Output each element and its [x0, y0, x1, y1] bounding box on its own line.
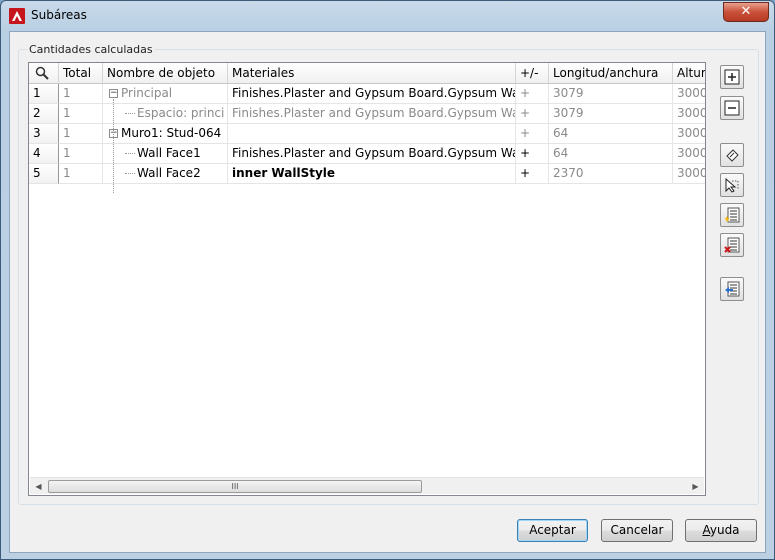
height-cell[interactable]: 3000	[673, 164, 705, 184]
object-name-cell[interactable]: − Principal	[103, 84, 228, 104]
dialog-window: Subáreas ✕ Cantidades calculadas Total N…	[0, 0, 775, 560]
header-total[interactable]: Total	[59, 63, 103, 84]
title-bar[interactable]: Subáreas ✕	[1, 1, 774, 31]
table-row[interactable]: 4 1 Wall Face1 Finishes.Plaster and Gyps…	[29, 144, 705, 164]
object-name-text: Espacio: princi ...	[137, 106, 227, 120]
object-name-text: Wall Face1	[137, 146, 201, 160]
import-button[interactable]	[720, 277, 744, 301]
window-title: Subáreas	[31, 8, 87, 22]
table-row[interactable]: 3 1 − Muro1: Stud-064 + 64 3000	[29, 124, 705, 144]
object-name-cell[interactable]: Wall Face2	[103, 164, 228, 184]
sign-cell[interactable]: +	[516, 84, 549, 104]
length-cell[interactable]: 3079	[549, 84, 673, 104]
scroll-thumb[interactable]: III	[48, 480, 422, 493]
delete-row-button[interactable]	[720, 233, 744, 257]
header-height[interactable]: Altura	[673, 63, 705, 84]
height-cell[interactable]: 3000	[673, 104, 705, 124]
select-object-button[interactable]	[720, 143, 744, 167]
table-row[interactable]: 1 1 − Principal Finishes.Plaster and Gyps…	[29, 84, 705, 104]
length-cell[interactable]: 64	[549, 124, 673, 144]
table-row[interactable]: 5 1 Wall Face2 inner WallStyle + 2370 30…	[29, 164, 705, 184]
quantities-grid: Total Nombre de objeto Materiales +/- Lo…	[28, 62, 706, 496]
total-cell[interactable]: 1	[59, 124, 103, 144]
add-row-icon	[724, 207, 740, 223]
tree-connector	[125, 113, 135, 114]
import-list-icon	[725, 281, 740, 297]
header-length[interactable]: Longitud/anchura	[549, 63, 673, 84]
dialog-body: Cantidades calculadas Total Nombre de ob…	[9, 31, 766, 553]
horizontal-scrollbar[interactable]: ◀ III ▶	[30, 477, 704, 494]
object-name-text: Muro1: Stud-064	[121, 126, 222, 140]
cancel-button[interactable]: Cancelar	[601, 519, 673, 542]
row-number[interactable]: 3	[29, 124, 59, 144]
total-cell[interactable]: 1	[59, 164, 103, 184]
help-label-rest: yuda	[709, 523, 740, 537]
sign-cell[interactable]: +	[516, 124, 549, 144]
scroll-right-icon[interactable]: ▶	[687, 478, 704, 495]
row-number[interactable]: 5	[29, 164, 59, 184]
object-name-cell[interactable]: Espacio: princi ...	[103, 104, 228, 124]
help-button[interactable]: Ayuda	[685, 519, 757, 542]
expand-all-icon	[724, 69, 740, 85]
collapse-all-button[interactable]	[720, 96, 744, 120]
length-cell[interactable]: 2370	[549, 164, 673, 184]
materials-cell[interactable]: Finishes.Plaster and Gypsum Board.Gypsum…	[228, 84, 516, 104]
object-name-cell[interactable]: Wall Face1	[103, 144, 228, 164]
search-header[interactable]	[29, 63, 59, 84]
cursor-select-icon	[725, 177, 739, 193]
magnifier-icon	[35, 66, 49, 80]
sign-cell[interactable]: +	[516, 104, 549, 124]
materials-cell[interactable]: inner WallStyle	[228, 164, 516, 184]
scroll-left-icon[interactable]: ◀	[30, 478, 47, 495]
collapse-toggle-icon[interactable]: −	[109, 89, 118, 98]
header-materials[interactable]: Materiales	[228, 63, 516, 84]
total-cell[interactable]: 1	[59, 144, 103, 164]
height-cell[interactable]: 3000	[673, 124, 705, 144]
header-sign[interactable]: +/-	[516, 63, 549, 84]
materials-cell[interactable]: Finishes.Plaster and Gypsum Board.Gypsum…	[228, 104, 516, 124]
object-name-text: Wall Face2	[137, 166, 201, 180]
length-cell[interactable]: 3079	[549, 104, 673, 124]
height-cell[interactable]: 3000	[673, 84, 705, 104]
select-object-icon	[726, 149, 739, 162]
materials-cell[interactable]: Finishes.Plaster and Gypsum Board.Gypsum…	[228, 144, 516, 164]
tree-connector	[125, 153, 135, 154]
sign-cell[interactable]: +	[516, 164, 549, 184]
total-cell[interactable]: 1	[59, 104, 103, 124]
row-number[interactable]: 1	[29, 84, 59, 104]
row-number[interactable]: 2	[29, 104, 59, 124]
tree-connector	[125, 173, 135, 174]
height-cell[interactable]: 3000	[673, 144, 705, 164]
header-object-name[interactable]: Nombre de objeto	[103, 63, 228, 84]
autocad-logo-icon	[9, 8, 25, 24]
object-name-cell[interactable]: − Muro1: Stud-064	[103, 124, 228, 144]
expand-all-button[interactable]	[720, 65, 744, 89]
length-cell[interactable]: 64	[549, 144, 673, 164]
close-button[interactable]: ✕	[723, 2, 769, 22]
row-number[interactable]: 4	[29, 144, 59, 164]
add-object-button[interactable]	[720, 173, 744, 197]
accept-button[interactable]: Aceptar	[517, 519, 588, 542]
object-name-text: Principal	[121, 86, 173, 100]
collapse-all-icon	[724, 100, 740, 116]
delete-row-icon	[724, 237, 740, 253]
sign-cell[interactable]: +	[516, 144, 549, 164]
total-cell[interactable]: 1	[59, 84, 103, 104]
tree-line	[113, 99, 114, 193]
table-row[interactable]: 2 1 Espacio: princi ... Finishes.Plaster…	[29, 104, 705, 124]
add-row-button[interactable]	[720, 203, 744, 227]
group-title: Cantidades calculadas	[27, 43, 155, 56]
help-access-key: A	[702, 523, 710, 537]
materials-cell[interactable]	[228, 124, 516, 144]
